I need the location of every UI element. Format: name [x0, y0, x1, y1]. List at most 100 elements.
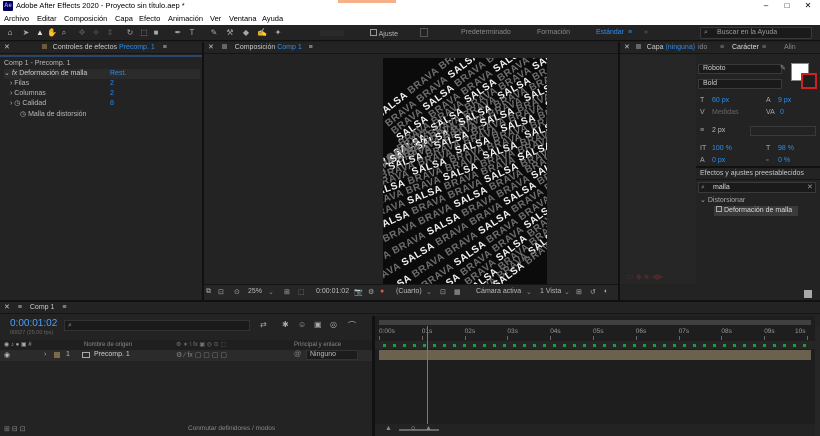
orbit-tool-icon[interactable]: ✥	[76, 27, 88, 39]
zoom-in-icon[interactable]: ▲	[425, 425, 432, 432]
preset-group[interactable]: ⌄ Distorsionar	[700, 196, 745, 206]
snap-options-icon[interactable]	[420, 28, 428, 37]
mask-visibility-icon[interactable]: ⊙	[234, 288, 240, 296]
leading-value[interactable]: 9 px	[778, 96, 791, 106]
column-parent-link[interactable]: Principal y enlace	[294, 340, 341, 350]
label-color-swatch[interactable]	[54, 352, 60, 358]
expand-caret-icon[interactable]: ⌄	[4, 70, 10, 77]
menu-efecto[interactable]: Efecto	[139, 13, 160, 24]
kerning-value[interactable]: Medidas	[712, 108, 738, 118]
zoom-out-icon[interactable]: ▲	[385, 425, 392, 432]
camera-behind-tool-icon[interactable]: ⬚	[138, 27, 150, 39]
composition-target[interactable]: Comp 1	[277, 44, 302, 51]
hand-tool-icon[interactable]: ✋	[46, 27, 58, 39]
menu-ayuda[interactable]: Ayuda	[262, 13, 283, 24]
time-ruler[interactable]: 0:00s01s02s03s04s05s06s07s08s09s10s	[375, 326, 815, 340]
parent-dropdown[interactable]: Ninguno	[306, 350, 358, 360]
fx-icon[interactable]: fx	[12, 70, 17, 77]
timeline-tab[interactable]: Comp 1	[30, 304, 55, 311]
panel-close-icon[interactable]: ✕	[208, 44, 214, 51]
stroke-style-dropdown[interactable]	[750, 126, 816, 136]
toggle-switches-modes[interactable]: Conmutar definidores / modos	[188, 425, 275, 432]
panel-menu-icon[interactable]: ≡	[720, 42, 724, 54]
layer-target[interactable]: (ninguna)	[665, 44, 695, 51]
motion-blur-icon[interactable]: ◎	[330, 320, 337, 329]
menu-ventana[interactable]: Ventana	[229, 13, 257, 24]
visibility-eye-icon[interactable]: ◉	[4, 351, 10, 359]
camera-dropdown[interactable]: Cámara activa	[476, 288, 521, 295]
zoom-dropdown[interactable]: 25%	[248, 288, 262, 295]
clone-stamp-tool-icon[interactable]: ⚒	[224, 27, 236, 39]
color-channel-icon[interactable]: ●	[380, 288, 384, 295]
pen-tool-icon[interactable]: ✒	[172, 27, 184, 39]
maximize-button[interactable]: □	[777, 0, 797, 12]
rectangle-tool-icon[interactable]: ■	[150, 27, 162, 39]
panel-menu-icon[interactable]: ≡	[762, 42, 766, 54]
zoom-dropdown-icon[interactable]: ⌄	[268, 288, 274, 296]
panel-tab-info[interactable]: ido	[698, 42, 707, 54]
menu-composicion[interactable]: Composición	[64, 13, 107, 24]
current-time-display[interactable]: 0:00:01:02	[316, 288, 349, 295]
show-snapshot-icon[interactable]: ⚙	[368, 288, 374, 296]
workspace-predeterminado[interactable]: Predeterminado	[461, 28, 511, 38]
menu-animacion[interactable]: Animación	[168, 13, 203, 24]
timeline-search-box[interactable]: ⌕	[64, 320, 250, 331]
snapshot-icon[interactable]: 📷	[354, 288, 363, 296]
prop-expand-icon[interactable]: ›	[10, 90, 12, 97]
presets-search-input[interactable]: malla	[713, 183, 730, 192]
pointer-tool-icon[interactable]: ▲	[34, 27, 46, 39]
layer-row[interactable]: ◉ › 1 Precomp. 1 ⚙ ∕ fx ▢ ▢ ▢ ▢ @ Ningun…	[0, 350, 372, 361]
font-family-dropdown[interactable]: Roboto	[698, 64, 782, 74]
workspace-estandar[interactable]: Estándar	[596, 28, 624, 38]
prop-expand-icon[interactable]: ›	[10, 80, 12, 87]
menu-editar[interactable]: Editar	[37, 13, 57, 24]
vertical-scale-value[interactable]: 100 %	[712, 144, 732, 154]
layer-expand-icon[interactable]: ›	[44, 351, 46, 358]
work-area-bar[interactable]	[379, 320, 811, 325]
reset-exposure-icon[interactable]: ↺	[590, 288, 596, 296]
views-dropdown[interactable]: 1 Vista	[540, 288, 561, 295]
fast-preview-icon[interactable]: ⊡	[440, 288, 446, 296]
eraser-tool-icon[interactable]: ◆	[240, 27, 252, 39]
region-icon[interactable]: ⬚	[298, 288, 305, 296]
timeline-scrollbar[interactable]	[815, 326, 820, 436]
stroke-width-value[interactable]: 2 px	[712, 126, 725, 136]
panel-close-icon[interactable]: ✕	[4, 304, 10, 311]
draft-3d-icon[interactable]: ✱	[282, 320, 289, 329]
menu-ver[interactable]: Ver	[210, 13, 221, 24]
panel-menu-icon[interactable]: ≡	[163, 44, 167, 51]
layer-tab[interactable]: Capa	[647, 44, 664, 51]
prop-columnas-value[interactable]: 2	[110, 89, 114, 99]
effects-presets-header[interactable]: Efectos y ajustes preestablecidos	[696, 168, 820, 180]
effect-controls-tab[interactable]: Controles de efectos	[53, 44, 117, 51]
footer-icons[interactable]: ⊞ ⊟ ⊡	[4, 425, 26, 433]
menu-archivo[interactable]: Archivo	[4, 13, 29, 24]
frame-blending-icon[interactable]: ▣	[314, 320, 322, 329]
roto-brush-tool-icon[interactable]: ✍	[256, 27, 268, 39]
tsume-value[interactable]: 0 %	[778, 156, 790, 166]
layer-switches-icons[interactable]: ⚙ ∕ fx ▢ ▢ ▢ ▢	[176, 351, 227, 359]
more-workspaces-icon[interactable]: »	[644, 28, 648, 38]
rotate-tool-icon[interactable]: ↻	[124, 27, 136, 39]
align-tab[interactable]: Alin	[784, 42, 796, 54]
workspace-formacion[interactable]: Formación	[537, 28, 570, 38]
shy-layers-icon[interactable]: ☺	[298, 320, 306, 329]
panel-menu-icon[interactable]: ≡	[62, 304, 66, 311]
lock-icon[interactable]	[635, 44, 641, 49]
prop-calidad-value[interactable]: 8	[110, 99, 114, 109]
eyedropper-icon[interactable]: ✎	[780, 64, 786, 72]
always-preview-icon[interactable]: ⧉	[206, 288, 211, 296]
panel-menu-icon[interactable]: ≡	[309, 44, 313, 51]
zoom-thumb-icon[interactable]: ○	[411, 425, 415, 432]
font-size-value[interactable]: 60 px	[712, 96, 729, 106]
clear-search-icon[interactable]: ✕	[807, 183, 813, 192]
prop-expand-icon[interactable]: ›	[10, 100, 12, 107]
layer-name[interactable]: Precomp. 1	[94, 351, 130, 358]
selection-tool-icon[interactable]: ➤	[20, 27, 32, 39]
layer-duration-bar[interactable]	[379, 350, 811, 360]
timeline-current-time[interactable]: 0:00:01:02	[10, 318, 57, 329]
pixel-aspect-icon[interactable]: ⊡	[218, 288, 224, 296]
graph-editor-icon[interactable]: ⌒	[348, 320, 356, 331]
stopwatch-icon[interactable]: ◷	[20, 111, 26, 118]
expand-caret-icon[interactable]: ⌄	[700, 197, 706, 204]
